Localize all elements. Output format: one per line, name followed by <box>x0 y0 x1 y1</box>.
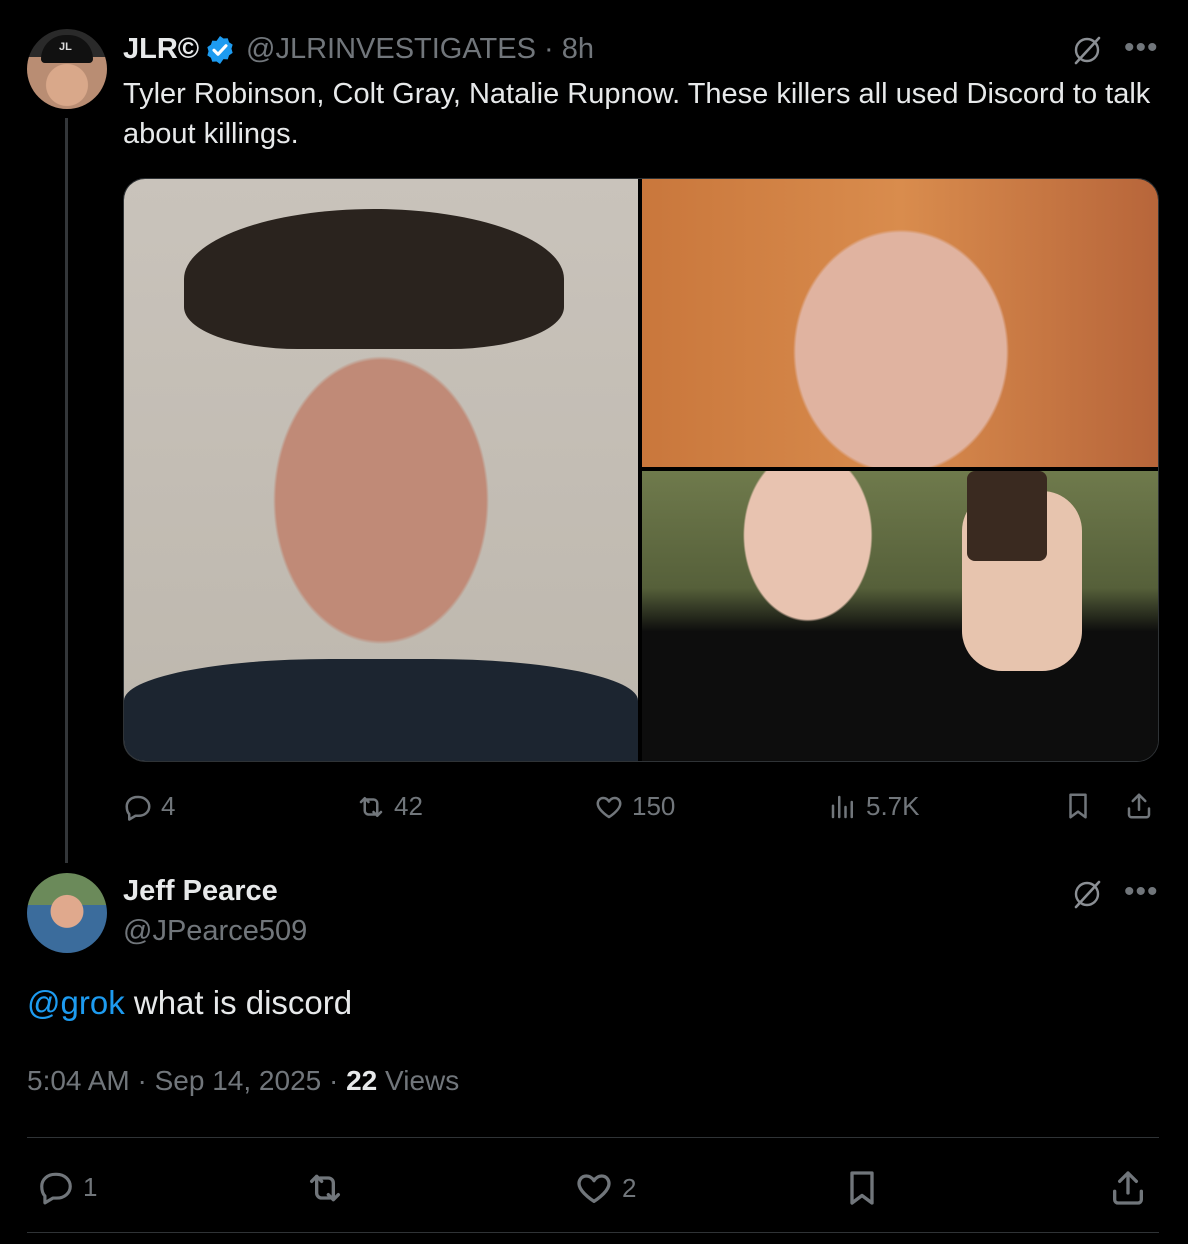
separator: · <box>137 1065 147 1096</box>
post-text: Tyler Robinson, Colt Gray, Natalie Rupno… <box>123 78 1151 150</box>
reply-body: what is discord <box>124 984 353 1021</box>
avatar-jeff-pearce[interactable] <box>27 873 107 953</box>
media-photo-1[interactable] <box>124 179 638 761</box>
more-options-icon[interactable]: ••• <box>1124 33 1159 63</box>
avatar-cap-text: JL <box>59 41 72 53</box>
avatar-cap: JL <box>41 35 93 63</box>
bookmark-icon <box>1069 793 1087 819</box>
share-icon <box>1113 1171 1143 1205</box>
post-metadata: 5:04 AM · Sep 14, 2025 · 22 Views <box>27 1065 459 1097</box>
grok-icon[interactable] <box>1070 877 1104 911</box>
like-count: 150 <box>632 791 676 821</box>
divider <box>27 1137 1159 1138</box>
post-age: · 8h <box>544 33 595 65</box>
post-date[interactable]: Sep 14, 2025 <box>155 1065 322 1096</box>
divider <box>27 1232 1159 1233</box>
views-count: 22 <box>346 1065 378 1096</box>
reply-button[interactable]: 1 <box>37 1168 97 1206</box>
repost-icon <box>310 1174 340 1202</box>
repost-button[interactable]: 42 <box>356 791 423 822</box>
reply-count: 1 <box>83 1171 98 1202</box>
repost-button[interactable] <box>305 1168 345 1208</box>
repost-icon <box>359 796 383 817</box>
separator: · <box>329 1065 339 1096</box>
author-handle[interactable]: @JLRINVESTIGATES · 8h <box>246 33 594 66</box>
author-handle-text: @JLRINVESTIGATES <box>246 33 536 65</box>
views-label: Views <box>385 1065 460 1096</box>
reply-button[interactable]: 4 <box>123 791 175 822</box>
thread-connector-line <box>65 118 68 863</box>
share-button[interactable] <box>1124 791 1154 821</box>
like-icon <box>577 1174 611 1203</box>
repost-count: 42 <box>394 791 423 821</box>
grok-icon[interactable] <box>1070 33 1104 67</box>
reply-author-display-name[interactable]: Jeff Pearce <box>123 875 278 908</box>
author-display-name[interactable]: JLR© <box>123 33 199 66</box>
reply-icon <box>40 1172 72 1205</box>
reply-author-handle[interactable]: @JPearce509 <box>123 915 307 948</box>
reply-count: 4 <box>161 791 176 821</box>
verified-badge-icon <box>207 36 233 64</box>
photo-detail <box>184 209 564 349</box>
share-icon <box>1127 793 1151 819</box>
media-photo-3[interactable] <box>642 471 1158 761</box>
share-button[interactable] <box>1108 1168 1148 1208</box>
bookmark-icon <box>850 1171 874 1205</box>
avatar-jlr[interactable]: JL <box>27 29 107 109</box>
photo-detail <box>124 659 638 761</box>
like-button[interactable]: 2 <box>574 1168 636 1208</box>
reply-text: @grok what is discord <box>27 984 352 1022</box>
media-photo-2[interactable] <box>642 179 1158 467</box>
more-options-icon[interactable]: ••• <box>1124 877 1159 907</box>
views-button[interactable]: 5.7K <box>828 791 920 822</box>
views-count: 5.7K <box>866 791 920 821</box>
post-time[interactable]: 5:04 AM <box>27 1065 130 1096</box>
bookmark-button[interactable] <box>1063 791 1093 821</box>
like-icon <box>596 796 622 818</box>
media-grid[interactable] <box>123 178 1159 762</box>
views-icon <box>831 795 853 818</box>
like-count: 2 <box>622 1172 637 1203</box>
reply-icon <box>125 795 151 821</box>
bookmark-button[interactable] <box>842 1168 882 1208</box>
like-button[interactable]: 150 <box>594 791 675 822</box>
photo-detail <box>967 471 1047 561</box>
mention-link[interactable]: @grok <box>27 984 125 1021</box>
